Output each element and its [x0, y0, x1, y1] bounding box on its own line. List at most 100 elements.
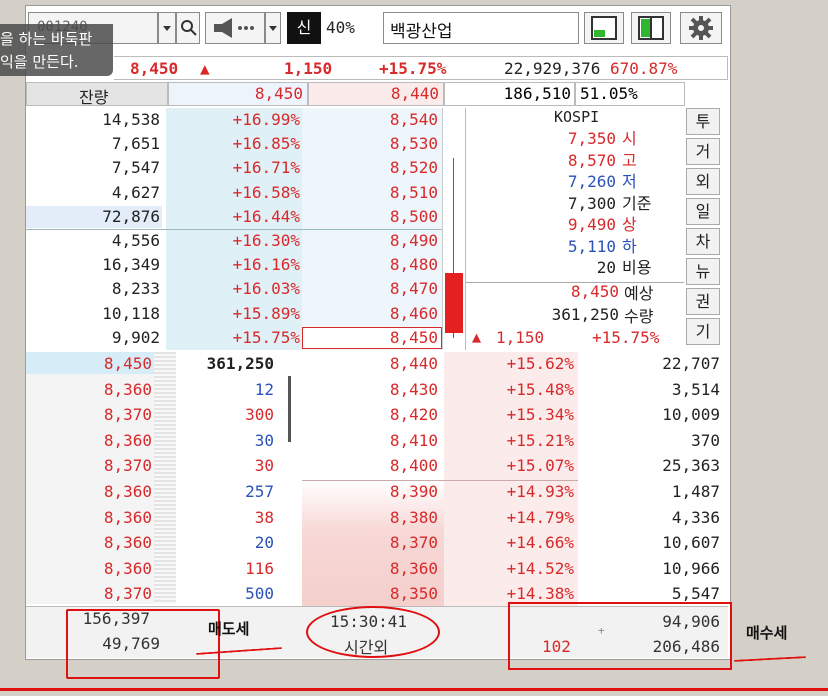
bid-qty: 10,607: [662, 533, 720, 553]
expected-change: 1,150: [496, 328, 545, 347]
trade-price: 8,370: [103, 584, 152, 604]
residual-qty-value: 186,510: [503, 84, 571, 103]
qty-label: 수량: [624, 307, 654, 326]
bid-pct: +14.93%: [506, 482, 574, 501]
ask-price[interactable]: 8,500: [302, 205, 438, 229]
side-tab[interactable]: 기: [686, 318, 720, 345]
sell-annotation-box: [66, 609, 220, 679]
ask-qty: 16,349: [102, 255, 160, 275]
side-tab[interactable]: 차: [686, 228, 720, 255]
info-value: 7,350: [567, 129, 616, 148]
ask-pct: +16.58%: [232, 182, 300, 202]
bid-pct: +14.66%: [506, 533, 574, 553]
trade-price: 8,450: [103, 354, 152, 373]
side-tab[interactable]: 외: [686, 168, 720, 195]
total-volume: 22,929,376: [504, 59, 601, 78]
expected-price: 8,450: [570, 282, 619, 301]
stock-name-field[interactable]: 백광산업: [383, 12, 579, 44]
bid-price[interactable]: 8,350: [302, 582, 438, 606]
info-label: 시: [622, 129, 637, 148]
bid-qty: 370: [691, 430, 720, 450]
layout-icon: [591, 16, 617, 40]
info-value: 7,260: [567, 172, 616, 191]
search-button[interactable]: [176, 12, 200, 44]
bid-pct: +15.48%: [506, 379, 574, 399]
trade-qty: 257: [245, 482, 274, 501]
bid-qty: 4,336: [671, 507, 720, 527]
ask-price[interactable]: 8,480: [302, 253, 438, 277]
ask-price[interactable]: 8,490: [302, 229, 438, 253]
buy-annotation-label: 매수세: [746, 624, 788, 642]
trade-price: 8,360: [103, 430, 152, 450]
bid-price[interactable]: 8,380: [302, 506, 438, 530]
margin-ratio: 40%: [326, 18, 355, 37]
trade-qty: 361,250: [206, 354, 274, 373]
bid-price[interactable]: 8,410: [302, 429, 438, 453]
side-tab[interactable]: 권: [686, 288, 720, 315]
ask-qty: 10,118: [102, 303, 160, 323]
ask-price[interactable]: 8,510: [302, 181, 438, 205]
side-tab[interactable]: 투: [686, 108, 720, 135]
bid-pct: +15.34%: [506, 405, 574, 425]
trade-price: 8,370: [103, 405, 152, 425]
side-tab[interactable]: 뉴: [686, 258, 720, 285]
residual-pct: 51.05%: [575, 82, 685, 106]
side-tab[interactable]: 일: [686, 198, 720, 225]
volume-toggle-button[interactable]: [205, 12, 265, 44]
residual-qty: 186,510: [444, 82, 575, 106]
residual-bid-value: 8,440: [390, 84, 439, 103]
buy-annotation-box: [508, 602, 732, 670]
code-dropdown-button[interactable]: [158, 12, 176, 44]
ask-price[interactable]: 8,470: [302, 277, 438, 301]
bid-price[interactable]: 8,370: [302, 531, 438, 555]
settings-button[interactable]: [680, 12, 722, 44]
trade-price: 8,360: [103, 507, 152, 527]
ask-pct: +15.75%: [232, 327, 300, 347]
tooltip-line-1: 을 하는 바둑판: [0, 30, 93, 48]
bid-price[interactable]: 8,420: [302, 403, 438, 427]
info-value: 9,490: [567, 215, 616, 234]
ask-pct: +16.03%: [232, 279, 300, 299]
ask-price[interactable]: 8,530: [302, 132, 438, 156]
expected-label: 예상: [624, 284, 654, 303]
bid-price[interactable]: 8,390: [302, 480, 438, 504]
bid-pct: +15.62%: [506, 354, 574, 373]
trade-price: 8,360: [103, 482, 152, 501]
info-value: 5,110: [567, 236, 616, 256]
bid-price[interactable]: 8,430: [302, 378, 438, 402]
chart-layout-button[interactable]: [584, 12, 624, 44]
info-value: 20: [596, 258, 616, 277]
current-price: 8,450: [130, 59, 179, 78]
ask-price[interactable]: 8,540: [302, 108, 438, 132]
bid-price[interactable]: 8,360: [302, 557, 438, 581]
chevron-down-icon: [269, 26, 277, 31]
trade-qty: 12: [254, 379, 274, 399]
bid-qty: 10,009: [662, 405, 720, 425]
bid-pct: +14.79%: [506, 507, 574, 527]
info-label: 저: [622, 172, 637, 191]
info-label: 고: [622, 150, 637, 170]
ask-price[interactable]: 8,450: [302, 326, 438, 350]
ask-pct: +16.85%: [232, 134, 300, 154]
ask-price[interactable]: 8,520: [302, 156, 438, 180]
window-icon: [638, 16, 664, 40]
bid-pct: +15.21%: [506, 430, 574, 450]
info-label: 비용: [622, 258, 652, 277]
info-value: 8,570: [567, 150, 616, 170]
bid-pct: +14.52%: [506, 558, 574, 578]
scrollbar-thumb[interactable]: [288, 376, 291, 442]
bid-price[interactable]: 8,400: [302, 454, 438, 478]
side-tab[interactable]: 거: [686, 138, 720, 165]
ask-price[interactable]: 8,460: [302, 302, 438, 326]
trade-qty: 30: [254, 430, 274, 450]
info-label: 기준: [622, 193, 652, 213]
ask-pct: +15.89%: [232, 303, 300, 323]
window-layout-button[interactable]: [631, 12, 671, 44]
chevron-down-icon: [163, 26, 171, 31]
trade-qty: 30: [254, 456, 274, 476]
scroll-track[interactable]: [154, 352, 176, 604]
residual-ask: 8,450: [168, 82, 308, 106]
bid-price[interactable]: 8,440: [302, 352, 438, 376]
volume-dropdown-button[interactable]: [265, 12, 281, 44]
tooltip-line-2: 익을 만든다.: [0, 53, 79, 71]
